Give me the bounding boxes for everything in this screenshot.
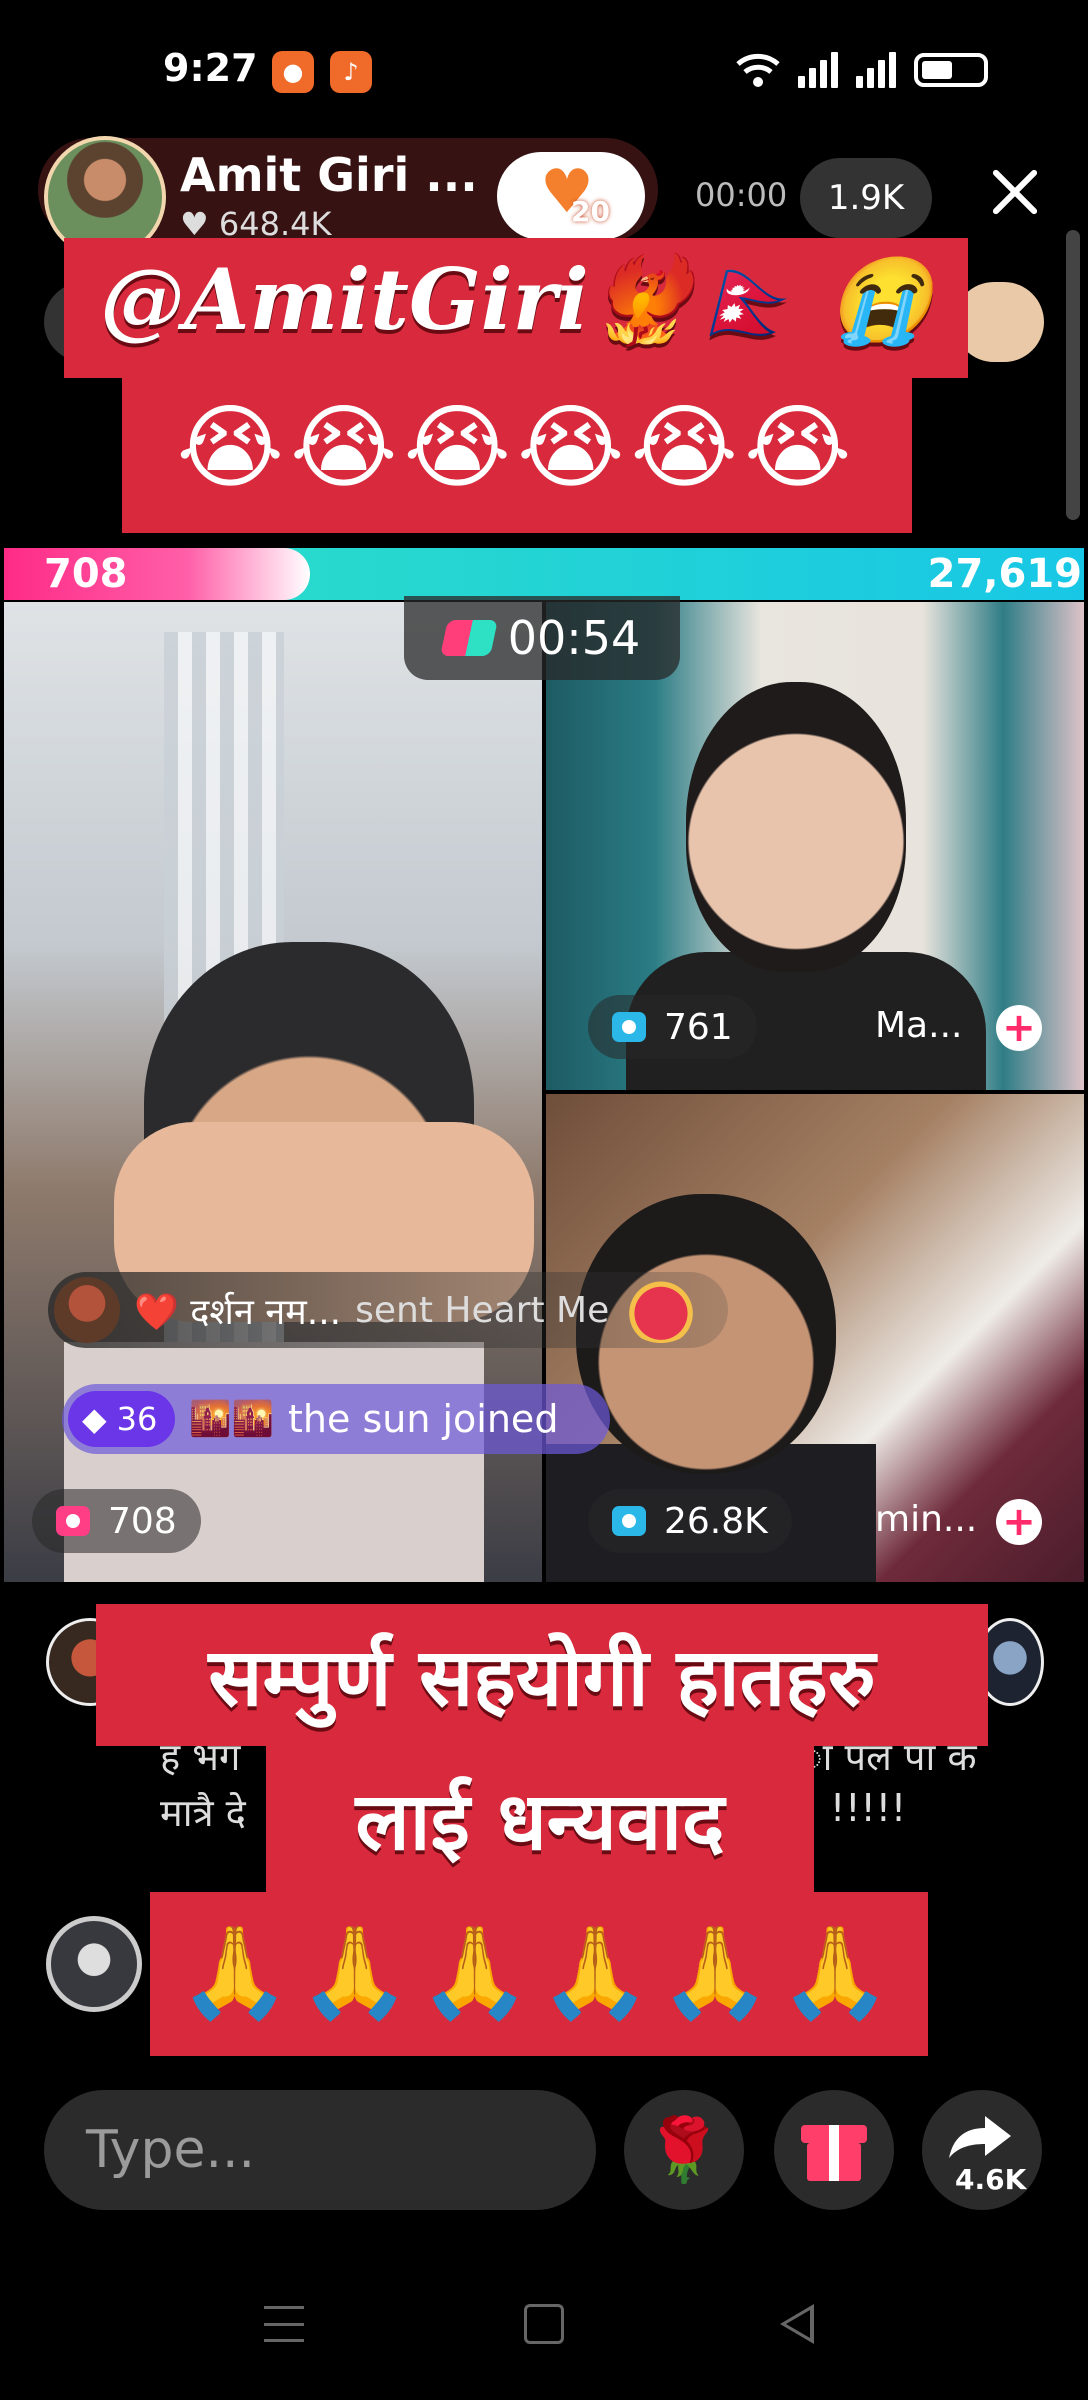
diamond-icon: ◆ <box>82 1400 107 1438</box>
close-icon[interactable] <box>985 162 1045 222</box>
gift-button[interactable] <box>774 2090 894 2210</box>
battle-icon <box>439 620 498 656</box>
battery-icon <box>914 53 988 87</box>
comment-avatar[interactable] <box>46 1916 142 2012</box>
status-icons <box>736 52 988 88</box>
guest1-name[interactable]: Ma... <box>875 1005 962 1046</box>
nav-back-button[interactable] <box>780 2304 814 2344</box>
comment-text: मात्रै दे <box>160 1791 246 1835</box>
overlay-handle-text: @AmitGiri🐦‍🔥🇳🇵 😭 <box>100 250 932 349</box>
gift-icon <box>801 2119 867 2181</box>
level-badge: ◆ 36 <box>68 1391 176 1447</box>
guest2-follow-button[interactable]: + <box>996 1499 1042 1545</box>
comment-input[interactable]: Type... <box>44 2090 596 2210</box>
share-count: 4.6K <box>955 2163 1027 2196</box>
app-icon: ♪ <box>330 51 372 93</box>
battle-timer: 00:54 <box>404 596 680 680</box>
gift-sender-avatar <box>54 1277 120 1343</box>
guest2-score: 26.8K <box>664 1500 768 1542</box>
heart-me-gift-icon <box>623 1277 700 1343</box>
score-icon <box>612 1506 646 1536</box>
nav-recents-button[interactable] <box>264 2306 304 2342</box>
battle-timer-value: 00:54 <box>507 611 641 665</box>
host-score: 708 <box>108 1500 177 1542</box>
signal-icon <box>798 52 838 88</box>
status-time: 9:27 <box>163 46 258 90</box>
host-name[interactable]: Amit Giri ... <box>180 148 478 202</box>
gift-sender-name: ❤️ दर्शन नम... <box>134 1291 342 1333</box>
share-icon <box>949 2116 1011 2158</box>
rose-icon: 🌹 <box>645 2113 723 2186</box>
guest1-follow-button[interactable]: + <box>996 1005 1042 1051</box>
wifi-icon <box>736 53 780 87</box>
guest1-score: 761 <box>664 1006 733 1048</box>
overlay-pray-emojis: 🙏🙏🙏🙏🙏🙏 <box>178 1920 900 2025</box>
gift-message: sent Heart Me <box>355 1289 610 1331</box>
score-icon <box>612 1012 646 1042</box>
guest1-score-pill: 761 <box>588 995 757 1059</box>
signal-icon <box>856 52 896 88</box>
overlay-thanks-line1: सम्पुर्ण सहयोगी हातहरु <box>208 1631 876 1724</box>
join-message: the sun joined <box>288 1397 559 1441</box>
comment-input-placeholder: Type... <box>86 2120 256 2180</box>
live-timer: 00:00 <box>695 176 788 214</box>
gift-notification: ❤️ दर्शन नम... sent Heart Me <box>48 1272 728 1348</box>
comment-text: !!!!! <box>830 1786 907 1830</box>
score-icon <box>56 1506 90 1536</box>
rose-gift-button[interactable]: 🌹 <box>624 2090 744 2210</box>
overlay-crying-emojis: 😭😭😭😭😭😭 <box>176 394 858 501</box>
guest2-score-pill: 26.8K <box>588 1489 792 1553</box>
join-notification: ◆ 36 🌇🌇 the sun joined <box>62 1384 610 1454</box>
guest1-face <box>686 682 906 972</box>
nav-home-button[interactable] <box>524 2304 564 2344</box>
battle-right-score: 27,619 <box>927 551 1082 597</box>
viewer-count[interactable]: 1.9K <box>800 158 932 238</box>
host-score-pill: 708 <box>32 1489 201 1553</box>
battle-left-score: 708 <box>44 551 128 597</box>
side-scrollbar[interactable] <box>1066 230 1080 520</box>
join-user-emojis: 🌇🌇 <box>189 1399 274 1439</box>
guest2-name[interactable]: min... <box>875 1499 977 1540</box>
level-badge-value: 36 <box>116 1400 158 1438</box>
overlay-thanks-line2: लाई धन्यवाद <box>355 1775 725 1868</box>
follow-badge-count: 20 <box>571 195 610 228</box>
record-icon: ● <box>272 51 314 93</box>
